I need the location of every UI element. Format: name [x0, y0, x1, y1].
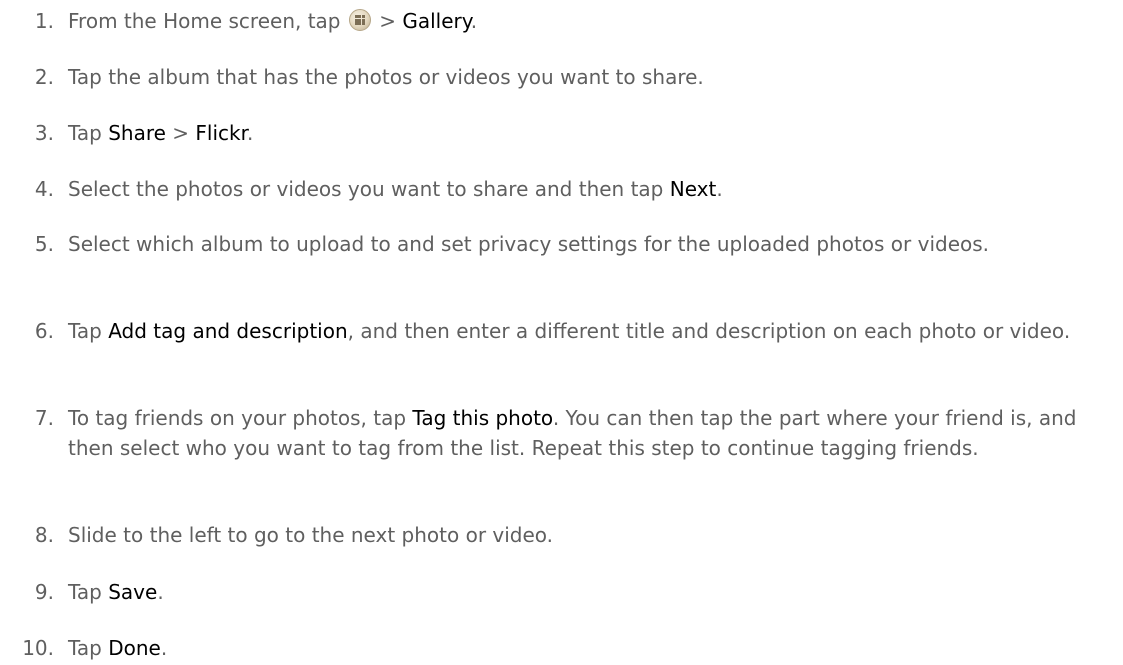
- step-text-fragment: .: [247, 121, 254, 145]
- step-text-fragment: Tap: [68, 319, 109, 343]
- ui-term: Tag this photo: [412, 406, 553, 430]
- step-number: 4.: [34, 177, 54, 201]
- step-text-fragment: Tap: [68, 580, 109, 604]
- ui-term: Add tag and description: [108, 319, 348, 343]
- step-text-fragment: , and then enter a different title and d…: [347, 319, 1071, 343]
- step-number: 1.: [34, 9, 54, 33]
- ui-term: Done: [108, 636, 161, 660]
- step-text: Tap Share > Flickr.: [68, 118, 1118, 148]
- ui-term: Share: [108, 121, 166, 145]
- step-number: 8.: [34, 523, 54, 547]
- step-text: Slide to the left to go to the next phot…: [68, 520, 1118, 550]
- step-number: 2.: [34, 65, 54, 89]
- step-text-fragment: >: [372, 9, 403, 33]
- ui-term: Flickr: [195, 121, 248, 145]
- step-text: Tap Add tag and description, and then en…: [68, 316, 1118, 346]
- step-number: 6.: [34, 319, 54, 343]
- ui-term: Gallery: [402, 9, 471, 33]
- step-text: Select which album to upload to and set …: [68, 229, 1118, 259]
- step-number: 10.: [22, 636, 54, 660]
- step-number: 9.: [34, 580, 54, 604]
- step-text-fragment: From the Home screen, tap: [68, 9, 347, 33]
- step-text-fragment: Slide to the left to go to the next phot…: [68, 523, 554, 547]
- step-text-fragment: Tap: [68, 636, 109, 660]
- step-text-fragment: .: [470, 9, 478, 33]
- apps-icon: [348, 9, 371, 31]
- step-text-fragment: .: [160, 636, 168, 660]
- step-text: From the Home screen, tap > Gallery.: [68, 6, 1118, 36]
- step-text: Tap Save.: [68, 577, 1118, 607]
- step-text: To tag friends on your photos, tap Tag t…: [68, 403, 1118, 463]
- step-text-fragment: Select which album to upload to and set …: [68, 232, 990, 256]
- step-text: Tap Done.: [68, 633, 1118, 663]
- step-text-fragment: Tap: [68, 121, 109, 145]
- ui-term: Next: [669, 177, 717, 201]
- step-text: Tap the album that has the photos or vid…: [68, 62, 1118, 92]
- step-text-fragment: .: [716, 177, 723, 201]
- step-text-fragment: To tag friends on your photos, tap: [68, 406, 413, 430]
- step-number: 7.: [34, 406, 54, 430]
- step-text-fragment: .: [157, 580, 164, 604]
- step-number: 5.: [34, 232, 54, 256]
- step-text-fragment: Select the photos or videos you want to …: [68, 177, 670, 201]
- step-text: Select the photos or videos you want to …: [68, 174, 1118, 204]
- step-text-fragment: Tap the album that has the photos or vid…: [68, 65, 704, 89]
- step-text-fragment: >: [165, 121, 196, 145]
- step-number: 3.: [34, 121, 54, 145]
- ui-term: Save: [108, 580, 158, 604]
